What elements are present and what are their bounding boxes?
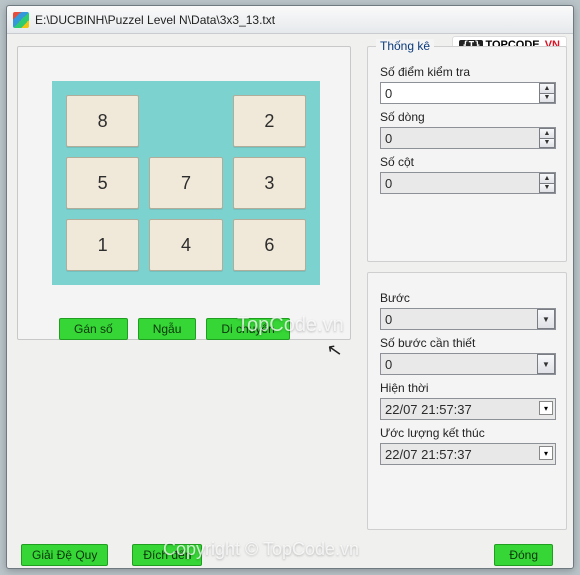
- cols-label: Số cột: [380, 155, 554, 169]
- cursor-icon: ↖: [325, 339, 344, 362]
- spin-up-icon[interactable]: ▲: [539, 128, 555, 138]
- random-button[interactable]: Ngẫu: [138, 318, 197, 340]
- content-area: {T} TOPCODE.VN 82573146 Gán số Ngẫu Di c…: [7, 34, 573, 568]
- bottom-button-row: Giải Đệ Quy Đích đến: [21, 544, 202, 566]
- destination-button[interactable]: Đích đến: [132, 544, 202, 566]
- puzzle-panel: 8 2 573 146: [17, 46, 351, 340]
- spin-up-icon[interactable]: ▲: [539, 83, 555, 93]
- checkpoints-label: Số điểm kiểm tra: [380, 65, 554, 79]
- chevron-down-icon[interactable]: ▼: [537, 354, 555, 374]
- checkpoints-field: ▲▼: [380, 82, 556, 104]
- puzzle-tile-6[interactable]: 3: [233, 157, 306, 209]
- eta-input[interactable]: [380, 443, 556, 465]
- eta-field: ▾: [380, 443, 556, 465]
- stats-group: Thống kê Số điểm kiểm tra ▲▼ Số dòng ▲▼ …: [367, 46, 567, 262]
- needed-input[interactable]: [380, 353, 556, 375]
- move-button[interactable]: Di chuyển: [206, 318, 289, 340]
- app-icon: [13, 12, 29, 28]
- left-button-row: Gán số Ngẫu Di chuyển: [59, 318, 290, 340]
- puzzle-grid: 8 2 573 146: [66, 95, 306, 271]
- puzzle-tile-4[interactable]: 5: [66, 157, 139, 209]
- spin-down-icon[interactable]: ▼: [539, 183, 555, 194]
- step-input[interactable]: [380, 308, 556, 330]
- now-input[interactable]: [380, 398, 556, 420]
- rows-label: Số dòng: [380, 110, 554, 124]
- spin-up-icon[interactable]: ▲: [539, 173, 555, 183]
- stats-title: Thống kê: [376, 39, 434, 53]
- now-field: ▾: [380, 398, 556, 420]
- puzzle-tile-3[interactable]: 2: [233, 95, 306, 147]
- puzzle-board: 8 2 573 146: [52, 81, 320, 285]
- step-label: Bước: [380, 291, 554, 305]
- assign-button[interactable]: Gán số: [59, 318, 128, 340]
- chevron-down-icon[interactable]: ▼: [537, 309, 555, 329]
- spin-down-icon[interactable]: ▼: [539, 138, 555, 149]
- calendar-dropdown-icon[interactable]: ▾: [539, 401, 553, 415]
- checkpoints-input[interactable]: [380, 82, 556, 104]
- puzzle-tile-8[interactable]: 4: [149, 219, 222, 271]
- needed-field: ▼: [380, 353, 556, 375]
- puzzle-tile-7[interactable]: 1: [66, 219, 139, 271]
- window-title: E:\DUCBINH\Puzzel Level N\Data\3x3_13.tx…: [35, 13, 275, 27]
- spin-down-icon[interactable]: ▼: [539, 93, 555, 104]
- close-button[interactable]: Đóng: [494, 544, 553, 566]
- needed-label: Số bước cần thiết: [380, 336, 554, 350]
- app-window: E:\DUCBINH\Puzzel Level N\Data\3x3_13.tx…: [6, 5, 574, 569]
- puzzle-tile-9[interactable]: 6: [233, 219, 306, 271]
- cols-input[interactable]: [380, 172, 556, 194]
- cols-field: ▲▼: [380, 172, 556, 194]
- puzzle-tile-1[interactable]: 8: [66, 95, 139, 147]
- recursive-solve-button[interactable]: Giải Đệ Quy: [21, 544, 108, 566]
- titlebar[interactable]: E:\DUCBINH\Puzzel Level N\Data\3x3_13.tx…: [7, 6, 573, 34]
- calendar-dropdown-icon[interactable]: ▾: [539, 446, 553, 460]
- rows-input[interactable]: [380, 127, 556, 149]
- step-field: ▼: [380, 308, 556, 330]
- rows-field: ▲▼: [380, 127, 556, 149]
- now-label: Hiện thời: [380, 381, 554, 395]
- eta-label: Ước lượng kết thúc: [380, 426, 554, 440]
- puzzle-tile-5[interactable]: 7: [149, 157, 222, 209]
- progress-group: Bước ▼ Số bước cần thiết ▼ Hiện thời ▾ Ư…: [367, 272, 567, 530]
